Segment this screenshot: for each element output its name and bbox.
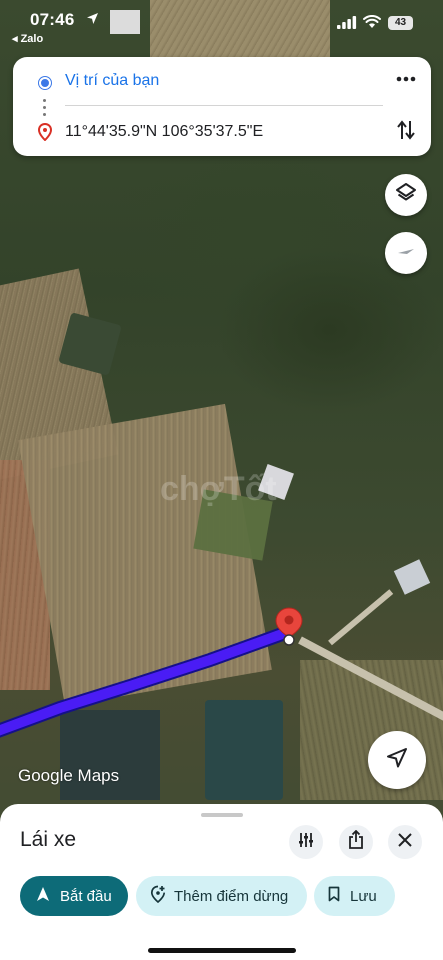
google-maps-attribution: Google Maps <box>18 766 120 785</box>
add-location-icon <box>150 885 166 907</box>
share-icon <box>347 829 365 855</box>
more-vert-icon[interactable] <box>396 71 416 91</box>
divider <box>65 105 383 106</box>
navigation-icon <box>36 886 50 906</box>
tune-icon <box>297 831 315 854</box>
start-navigation-button[interactable]: Bắt đầu <box>20 876 128 916</box>
add-stop-button[interactable]: Thêm điểm dừng <box>136 876 307 916</box>
destination-pin-icon <box>37 122 53 146</box>
destination-field[interactable]: 11°44'35.9"N 106°35'37.5"E <box>65 123 263 141</box>
add-stop-label: Thêm điểm dừng <box>174 887 289 905</box>
battery-indicator: 43 <box>388 16 413 30</box>
save-button[interactable]: Lưu <box>314 876 395 916</box>
save-label: Lưu <box>350 887 377 905</box>
destination-marker-icon[interactable] <box>275 607 303 652</box>
travel-mode-title: Lái xe <box>20 828 77 851</box>
wifi-icon <box>363 15 381 34</box>
status-time: 07:46 <box>30 10 75 29</box>
route-options-button[interactable] <box>289 825 323 859</box>
directions-sheet: Lái xe Bắt đầu Thêm điểm dừng Lưu <box>0 804 443 960</box>
swap-vert-icon[interactable] <box>396 119 416 146</box>
share-button[interactable] <box>339 825 373 859</box>
my-location-button[interactable] <box>368 731 426 789</box>
home-indicator[interactable] <box>148 948 296 953</box>
route-dots-icon <box>43 99 46 120</box>
origin-dot-icon <box>39 77 51 89</box>
compass-button[interactable] <box>385 232 427 274</box>
navigation-arrow-icon <box>386 747 408 774</box>
start-label: Bắt đầu <box>60 887 112 905</box>
bookmark-icon <box>328 886 340 906</box>
compass-icon <box>395 240 417 267</box>
close-icon <box>398 832 412 852</box>
cellular-signal-icon <box>337 16 357 34</box>
route-card: Vị trí của bạn 11°44'35.9"N 106°35'37.5"… <box>13 57 431 156</box>
status-bar: 07:46 ◂ Zalo 43 <box>0 0 443 50</box>
layers-icon <box>395 182 417 209</box>
back-to-app-link[interactable]: ◂ Zalo <box>12 32 43 45</box>
layers-button[interactable] <box>385 174 427 216</box>
origin-field[interactable]: Vị trí của bạn <box>65 72 159 90</box>
close-button[interactable] <box>388 825 422 859</box>
sheet-drag-handle[interactable] <box>201 813 243 817</box>
location-arrow-icon <box>86 12 99 30</box>
